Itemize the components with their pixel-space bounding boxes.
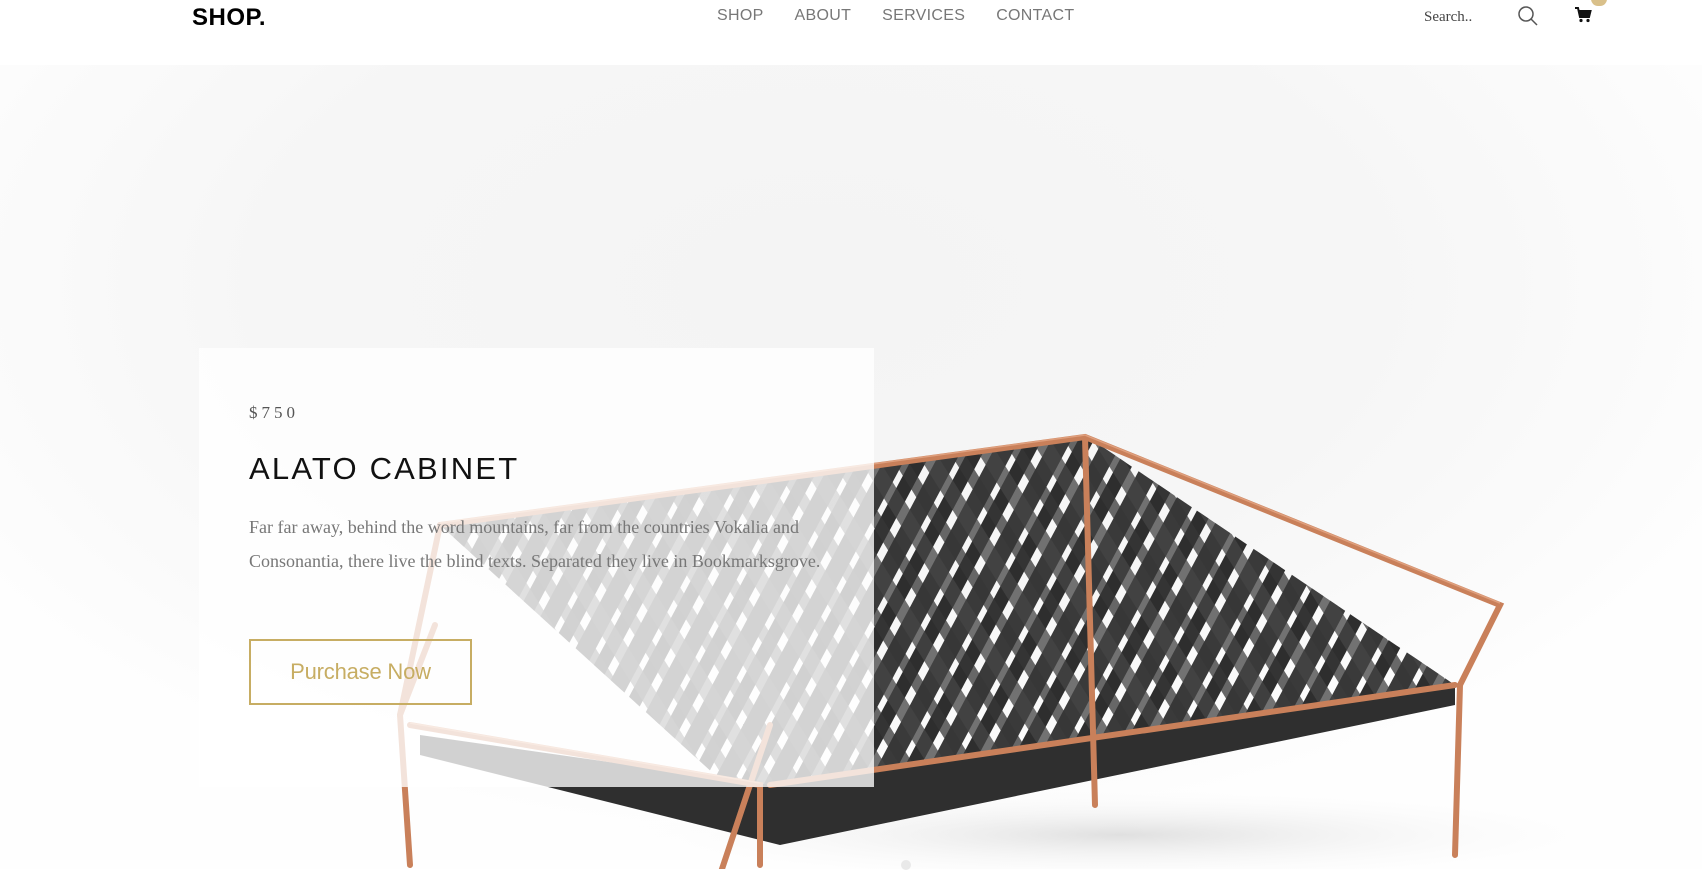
nav-about[interactable]: ABOUT xyxy=(795,7,852,25)
nav-shop[interactable]: SHOP xyxy=(717,7,764,25)
search-icon[interactable] xyxy=(1517,5,1539,27)
product-card: $750 ALATO CABINET Far far away, behind … xyxy=(199,348,874,787)
nav-contact[interactable]: CONTACT xyxy=(996,7,1074,25)
product-title: ALATO CABINET xyxy=(249,451,520,486)
product-description: Far far away, behind the word mountains,… xyxy=(249,517,821,571)
purchase-now-button[interactable]: Purchase Now xyxy=(249,639,472,705)
cart-icon[interactable] xyxy=(1574,6,1592,24)
main-nav: SHOP ABOUT SERVICES CONTACT xyxy=(717,7,1074,25)
site-logo[interactable]: SHOP. xyxy=(192,4,266,32)
search-input[interactable] xyxy=(1424,6,1524,28)
hero-slide: $750 ALATO CABINET Far far away, behind … xyxy=(0,65,1702,869)
nav-services[interactable]: SERVICES xyxy=(882,7,965,25)
product-price: $750 xyxy=(249,403,299,422)
cart-count-badge xyxy=(1591,0,1607,6)
site-header: SHOP. SHOP ABOUT SERVICES CONTACT xyxy=(0,0,1702,65)
